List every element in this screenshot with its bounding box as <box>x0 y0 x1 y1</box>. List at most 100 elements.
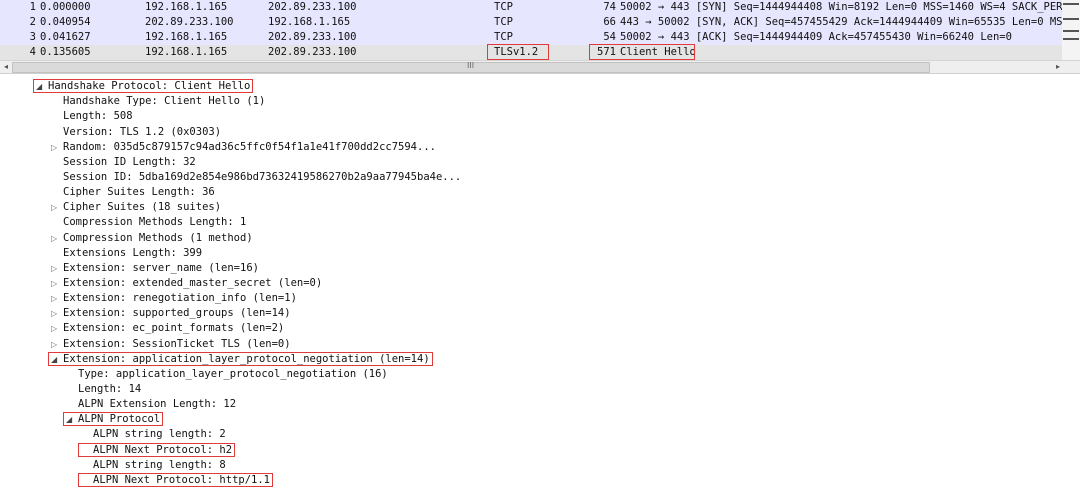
tree-item[interactable]: ▷ Extension: SessionTicket TLS (len=0) <box>51 337 291 352</box>
packet-info: 443 → 50002 [SYN, ACK] Seq=457455429 Ack… <box>620 16 1062 28</box>
tree-item[interactable]: Extensions Length: 399 <box>51 246 202 261</box>
tree-item[interactable]: ▷ Extension: supported_groups (len=14) <box>51 306 291 321</box>
packet-number: 3 <box>29 31 36 43</box>
packet-destination: 192.168.1.165 <box>268 16 351 28</box>
tree-item-label: Handshake Protocol: Client Hello <box>48 80 251 92</box>
packet-number: 4 <box>29 46 36 58</box>
tree-item[interactable]: ALPN Next Protocol: http/1.1 <box>78 472 274 488</box>
tree-item[interactable]: Type: application_layer_protocol_negotia… <box>66 367 388 382</box>
tree-item[interactable]: Session ID Length: 32 <box>51 155 196 170</box>
tree-item-label: ALPN Extension Length: 12 <box>78 398 237 411</box>
tree-item[interactable]: Length: 508 <box>51 109 133 124</box>
highlight-box: ◢ Extension: application_layer_protocol_n… <box>48 351 433 367</box>
collapsed-triangle-icon[interactable]: ▷ <box>51 321 63 336</box>
packet-destination: 202.89.233.100 <box>268 46 357 58</box>
packet-info: 50002 → 443 [SYN] Seq=1444944408 Win=819… <box>620 1 1062 13</box>
tree-item-label: Extension: renegotiation_info (len=1) <box>63 292 297 305</box>
packet-row[interactable]: 4 0.135605 192.168.1.165 202.89.233.100 TLSv… <box>0 45 1062 60</box>
packet-list-marker-gutter <box>1062 0 1080 60</box>
highlight-box: ◢ ALPN Protocol <box>63 412 164 427</box>
tree-item[interactable]: ALPN string length: 8 <box>81 458 226 473</box>
tree-item[interactable]: ▷ Extension: ec_point_formats (len=2) <box>51 321 284 336</box>
tree-item-label: Length: 508 <box>63 110 133 123</box>
collapsed-triangle-icon[interactable]: ▷ <box>51 200 63 215</box>
packet-length: 571 <box>597 46 616 58</box>
tree-item-label: Type: application_layer_protocol_negotia… <box>78 367 388 380</box>
scroll-right-arrow-icon[interactable]: ▸ <box>1052 61 1064 73</box>
tree-item[interactable]: ▷ Random: 035d5c879157c94ad36c5ffc0f54f1a… <box>51 140 436 155</box>
packet-destination: 202.89.233.100 <box>268 1 357 13</box>
packet-destination: 202.89.233.100 <box>268 31 357 43</box>
packet-number: 1 <box>29 1 36 13</box>
packet-time: 0.041627 <box>40 31 91 43</box>
tree-item[interactable]: ▷ Compression Methods (1 method) <box>51 231 253 246</box>
tree-item[interactable]: ▷ Extension: server_name (len=16) <box>51 261 259 276</box>
packet-row[interactable]: 1 0.000000 192.168.1.165 202.89.233.100 TCP 7… <box>0 0 1062 15</box>
packet-protocol: TLSv1.2 <box>494 46 539 58</box>
tree-item-label: Cipher Suites (18 suites) <box>63 201 222 214</box>
tree-item[interactable]: ALPN Next Protocol: h2 <box>78 442 236 458</box>
tree-item[interactable]: Version: TLS 1.2 (0x0303) <box>51 125 221 140</box>
tree-item[interactable]: ◢ Extension: application_layer_protocol_n… <box>48 351 433 367</box>
tree-item-label: Session ID: 5dba169d2e854e986bd736324195… <box>63 170 462 183</box>
tree-item-label: ALPN Next Protocol: http/1.1 <box>93 473 271 486</box>
tree-item[interactable]: Cipher Suites Length: 36 <box>51 185 215 200</box>
packet-source: 192.168.1.165 <box>145 1 228 13</box>
packet-length: 54 <box>603 31 616 43</box>
packet-time: 0.000000 <box>40 1 91 13</box>
scrollbar-grip-icon: III <box>467 61 475 70</box>
packet-row[interactable]: 2 0.040954 202.89.233.100 192.168.1.165 TCP 6… <box>0 15 1062 30</box>
tree-item[interactable]: ALPN string length: 2 <box>81 427 226 442</box>
packet-row[interactable]: 3 0.041627 192.168.1.165 202.89.233.100 TCP 5… <box>0 30 1062 45</box>
tree-item[interactable]: ◢ ALPN Protocol <box>63 412 164 427</box>
expanded-triangle-icon[interactable]: ◢ <box>66 412 78 427</box>
tree-item[interactable]: ▷ Extension: extended_master_secret (len=… <box>51 276 322 291</box>
packet-list[interactable]: 1 0.000000 192.168.1.165 202.89.233.100 TCP 7… <box>0 0 1062 60</box>
highlight-box: ◢ Handshake Protocol: Client Hello <box>33 79 254 94</box>
tree-item[interactable]: ▷ Extension: renegotiation_info (len=1) <box>51 291 297 306</box>
tree-item-label: Extension: SessionTicket TLS (len=0) <box>63 337 291 350</box>
packet-protocol: TCP <box>494 31 513 43</box>
packet-source: 192.168.1.165 <box>145 31 228 43</box>
collapsed-triangle-icon[interactable]: ▷ <box>51 306 63 321</box>
horizontal-scrollbar[interactable]: ◂ III ▸ <box>0 60 1080 74</box>
tree-item[interactable]: Handshake Type: Client Hello (1) <box>51 94 265 109</box>
tree-item-label: ALPN string length: 2 <box>93 428 226 441</box>
scroll-left-arrow-icon[interactable]: ◂ <box>0 61 12 73</box>
collapsed-triangle-icon[interactable]: ▷ <box>51 140 63 155</box>
marker-line <box>1063 30 1079 32</box>
collapsed-triangle-icon[interactable]: ▷ <box>51 291 63 306</box>
tree-item-label: Extension: application_layer_protocol_ne… <box>63 352 430 365</box>
tree-item-label: Extension: ec_point_formats (len=2) <box>63 322 285 335</box>
expanded-triangle-icon[interactable]: ◢ <box>36 79 48 94</box>
tree-item-label: ALPN Next Protocol: h2 <box>93 443 233 456</box>
tree-item-label: Extension: supported_groups (len=14) <box>63 307 291 320</box>
tree-item-label: Cipher Suites Length: 36 <box>63 186 215 198</box>
packet-details-tree[interactable]: ◢ Handshake Protocol: Client Hello Handsha… <box>0 79 1080 491</box>
tree-item-label: ALPN Protocol <box>78 413 161 426</box>
packet-protocol: TCP <box>494 1 513 13</box>
tree-item[interactable]: ALPN Extension Length: 12 <box>66 397 236 412</box>
tree-item[interactable]: Length: 14 <box>66 382 141 397</box>
marker-line <box>1063 38 1079 40</box>
tree-item-label: Extensions Length: 399 <box>63 246 203 259</box>
tree-item-label: Compression Methods Length: 1 <box>63 216 247 229</box>
packet-source: 202.89.233.100 <box>145 16 234 28</box>
highlight-box: ALPN Next Protocol: http/1.1 <box>78 472 274 487</box>
collapsed-triangle-icon[interactable]: ▷ <box>51 231 63 246</box>
collapsed-triangle-icon[interactable]: ▷ <box>51 276 63 291</box>
tree-item-label: Random: 035d5c879157c94ad36c5ffc0f54f1a1… <box>63 140 436 153</box>
packet-info: 50002 → 443 [ACK] Seq=1444944409 Ack=457… <box>620 31 1012 43</box>
collapsed-triangle-icon[interactable]: ▷ <box>51 261 63 276</box>
packet-length: 66 <box>603 16 616 28</box>
packet-time: 0.040954 <box>40 16 91 28</box>
tree-item[interactable]: ▷ Cipher Suites (18 suites) <box>51 200 221 215</box>
tree-item[interactable]: Compression Methods Length: 1 <box>51 215 246 230</box>
packet-info: Client Hello <box>620 46 696 58</box>
scrollbar-thumb[interactable]: III <box>12 61 930 73</box>
collapsed-triangle-icon[interactable]: ▷ <box>51 337 63 352</box>
tree-item[interactable]: ◢ Handshake Protocol: Client Hello <box>33 79 254 94</box>
tree-item[interactable]: Session ID: 5dba169d2e854e986bd736324195… <box>51 170 461 185</box>
expanded-triangle-icon[interactable]: ◢ <box>51 352 63 367</box>
tree-item-label: Length: 14 <box>78 383 142 395</box>
